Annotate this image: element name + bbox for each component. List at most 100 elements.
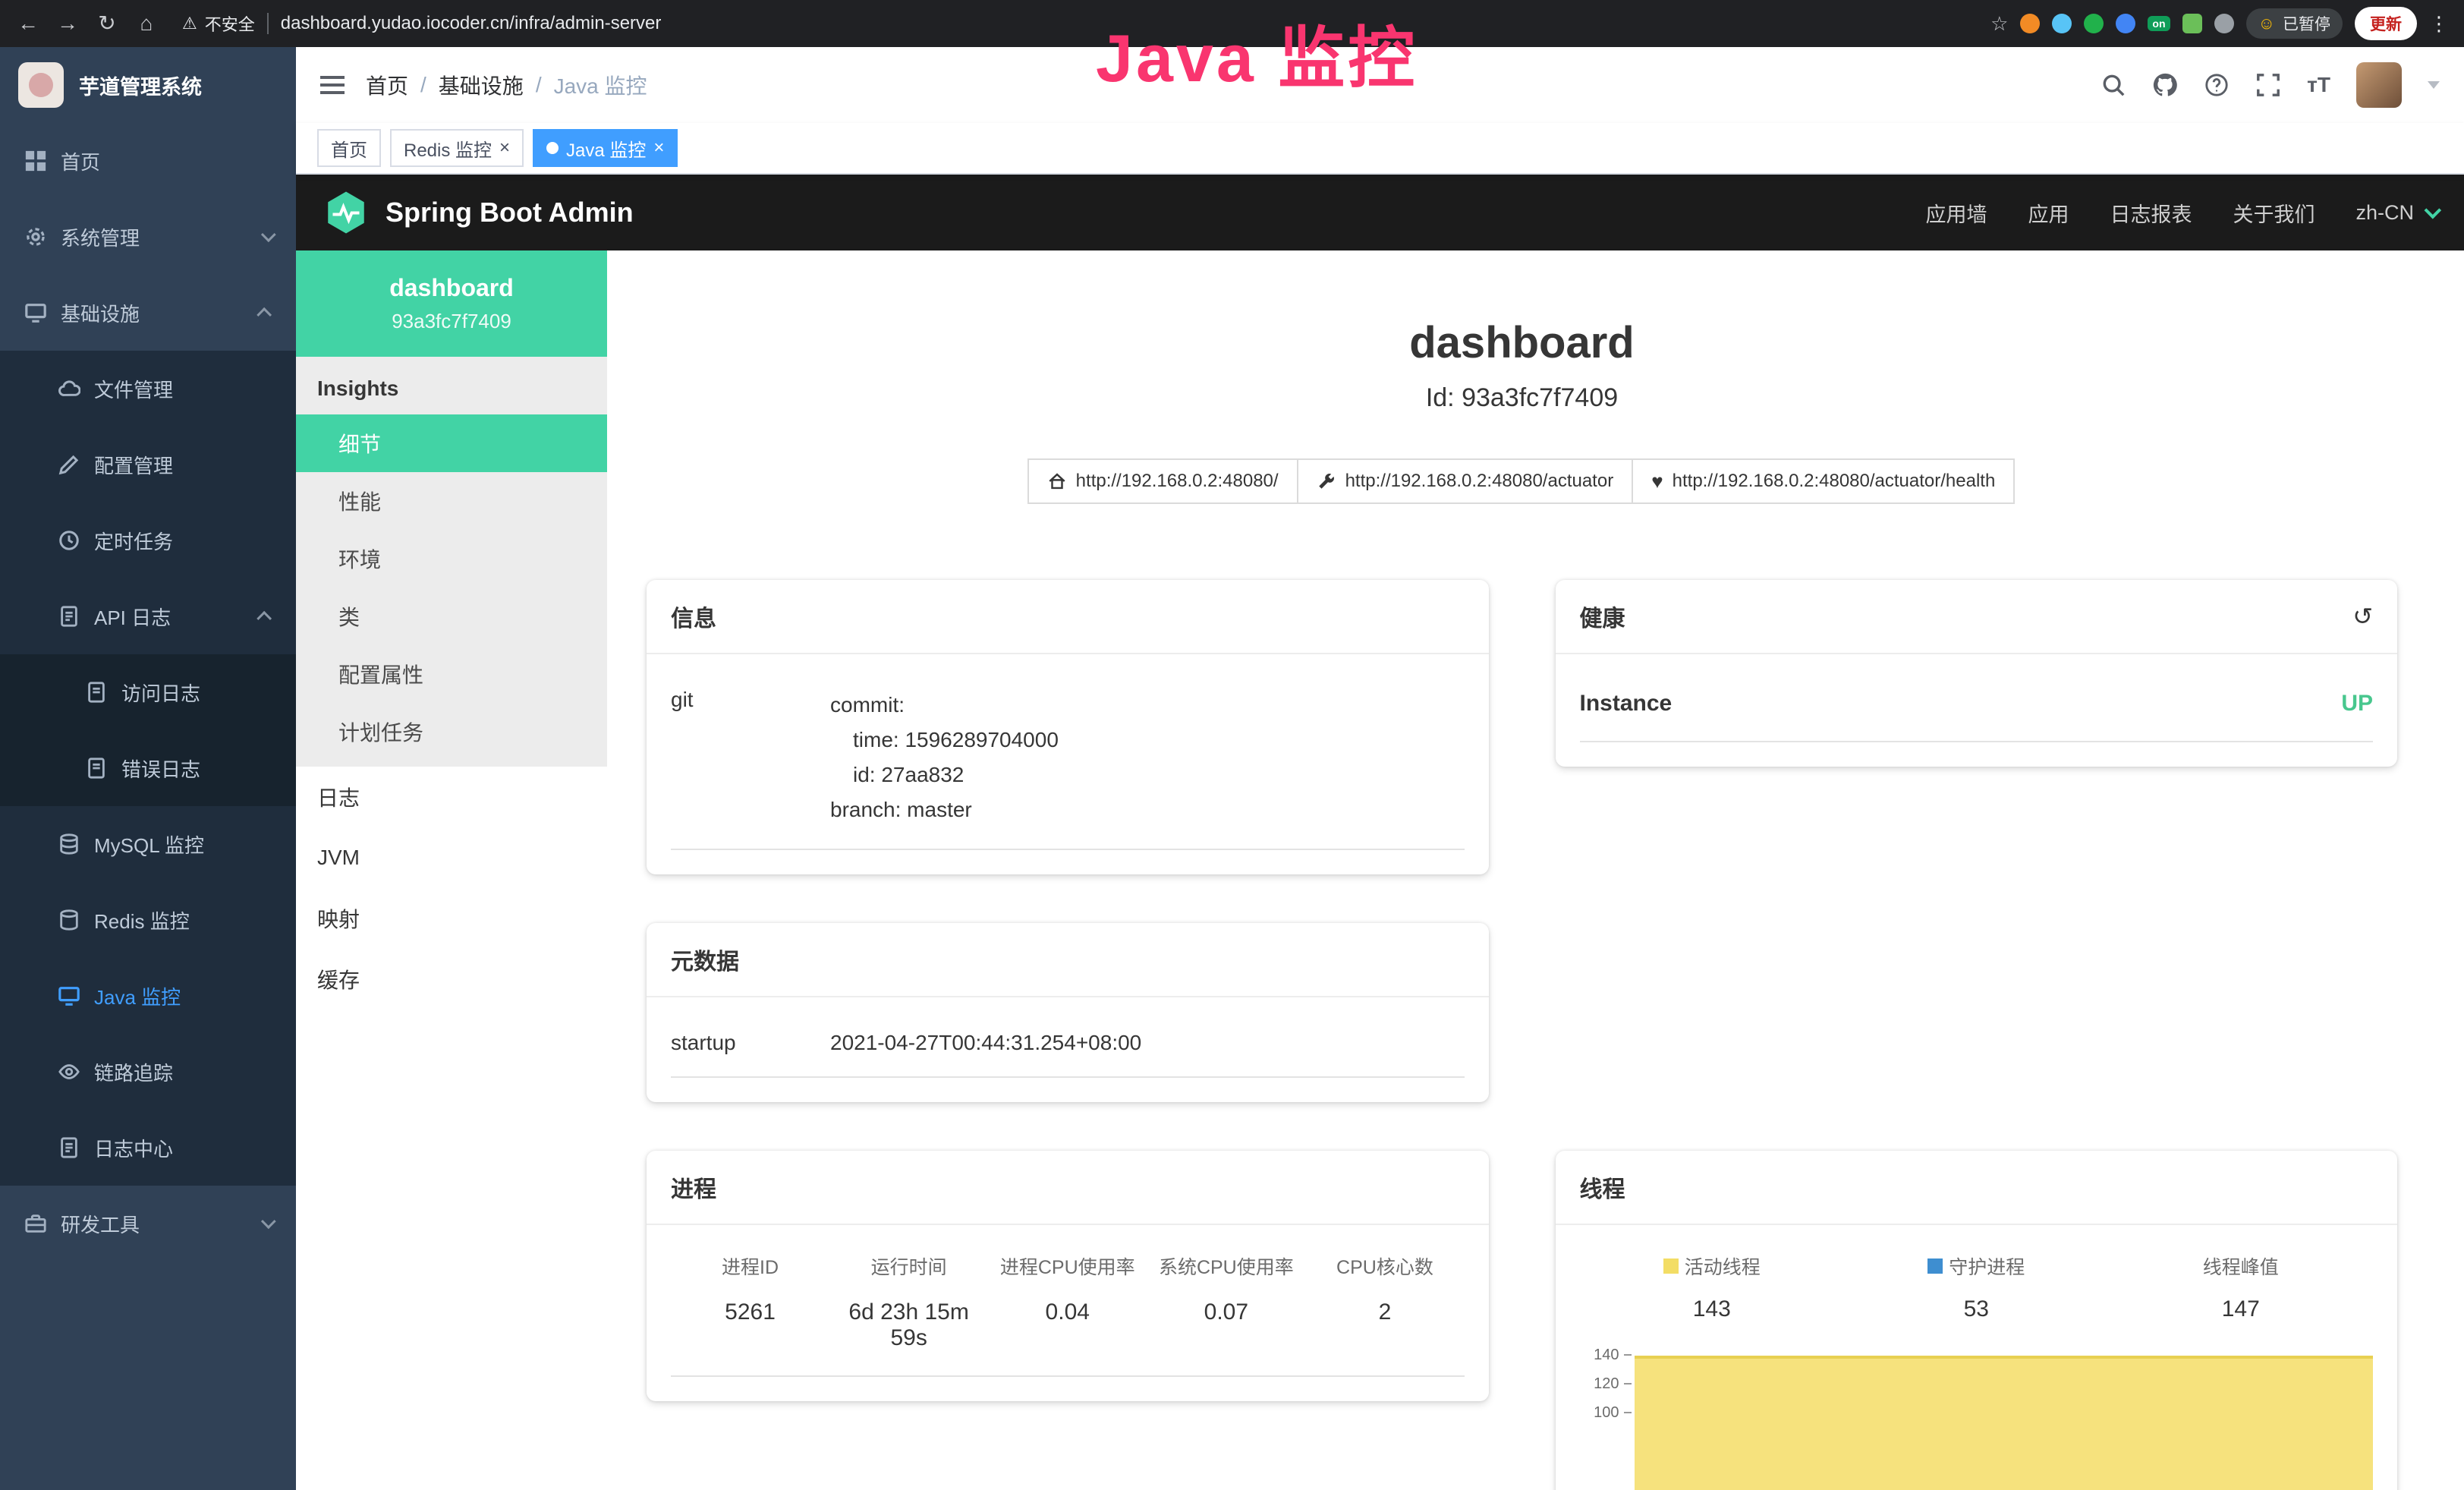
toolbox-icon [24, 1212, 47, 1235]
security-status[interactable]: ⚠ 不安全 [182, 11, 255, 36]
sba-item-config-props[interactable]: 配置属性 [296, 645, 607, 703]
sidebar-item-infrastructure[interactable]: 基础设施 [0, 275, 296, 351]
sba-nav-journal[interactable]: 日志报表 [2110, 198, 2192, 228]
extension-icon[interactable] [2020, 14, 2040, 33]
startup-row: startup 2021-04-27T00:44:31.254+08:00 [671, 1003, 1465, 1078]
sba-item-jvm[interactable]: JVM [296, 827, 607, 888]
extension-icon[interactable] [2182, 14, 2202, 33]
close-icon[interactable]: × [653, 139, 664, 157]
tab-redis-monitor[interactable]: Redis 监控 × [390, 129, 524, 167]
cards-grid: 信息 git commit: time: 1596289704000 id: 2… [647, 580, 2397, 1490]
infrastructure-icon [24, 301, 47, 324]
sba-item-classes[interactable]: 类 [296, 587, 607, 645]
close-icon[interactable]: × [499, 139, 510, 157]
app-title: 芋道管理系统 [79, 71, 202, 100]
forward-icon[interactable]: → [55, 13, 80, 34]
sba-item-details[interactable]: 细节 [296, 414, 607, 472]
sidebar-item-file-management[interactable]: 文件管理 [0, 351, 296, 427]
sidebar-item-system-management[interactable]: 系统管理 [0, 199, 296, 275]
locale-select[interactable]: zh-CN [2355, 201, 2437, 225]
instance-id: Id: 93a3fc7f7409 [647, 383, 2397, 413]
caret-down-icon[interactable] [2428, 81, 2440, 89]
user-avatar[interactable] [2356, 62, 2402, 108]
hamburger-icon[interactable] [320, 76, 345, 94]
sidebar-item-java-monitor[interactable]: Java 监控 [0, 958, 296, 1034]
sidebar-item-error-logs[interactable]: 错误日志 [0, 730, 296, 806]
sidebar-item-home[interactable]: 首页 [0, 123, 296, 199]
tab-home[interactable]: 首页 [317, 129, 381, 167]
process-card: 进程 进程ID 运行时间 进程CPU使用率 系统CPU使用率 CPU核心数 52… [647, 1151, 1489, 1401]
dashboard-icon [24, 150, 47, 172]
health-url-link[interactable]: ♥ http://192.168.0.2:48080/actuator/heal… [1632, 458, 2015, 504]
address-bar[interactable]: ⚠ 不安全 dashboard.yudao.iocoder.cn/infra/a… [182, 11, 1977, 36]
sba-nav-about[interactable]: 关于我们 [2233, 198, 2315, 228]
sba-nav-wall[interactable]: 应用墙 [1925, 198, 1987, 228]
sidebar-item-trace[interactable]: 链路追踪 [0, 1034, 296, 1110]
health-row: Instance UP [1580, 660, 2374, 742]
extension-icon[interactable] [2052, 14, 2072, 33]
profile-paused-pill[interactable]: ☺ 已暂停 [2246, 8, 2343, 39]
chevron-up-icon [261, 611, 272, 622]
bookmark-star-icon[interactable]: ☆ [1990, 12, 2008, 36]
github-icon[interactable] [2152, 72, 2178, 98]
database-icon [58, 833, 80, 855]
access-log-icon [85, 681, 108, 704]
sba-item-environment[interactable]: 环境 [296, 530, 607, 587]
sidebar-item-redis-monitor[interactable]: Redis 监控 [0, 882, 296, 958]
back-icon[interactable]: ← [15, 13, 41, 34]
sba-item-performance[interactable]: 性能 [296, 472, 607, 530]
sidebar-item-scheduled-tasks[interactable]: 定时任务 [0, 502, 296, 578]
sidebar-item-mysql-monitor[interactable]: MySQL 监控 [0, 806, 296, 882]
breadcrumb-home[interactable]: 首页 [366, 70, 408, 100]
sba-item-scheduled-tasks[interactable]: 计划任务 [296, 703, 607, 761]
fullscreen-icon[interactable] [2255, 72, 2281, 98]
reload-icon[interactable]: ↻ [94, 13, 120, 34]
service-url-link[interactable]: http://192.168.0.2:48080/ [1027, 458, 1298, 504]
extensions-puzzle-icon[interactable] [2214, 14, 2234, 33]
api-log-icon [58, 605, 80, 628]
legend-swatch [1663, 1258, 1679, 1274]
help-icon[interactable] [2204, 72, 2230, 98]
chrome-update-button[interactable]: 更新 [2355, 7, 2417, 40]
status-badge: UP [2341, 691, 2373, 717]
git-key: git [671, 688, 830, 827]
eye-icon [58, 1060, 80, 1083]
sidebar-item-api-logs[interactable]: API 日志 [0, 578, 296, 654]
sba-item-mappings[interactable]: 映射 [296, 888, 607, 949]
redis-icon [58, 909, 80, 931]
git-values: commit: time: 1596289704000 id: 27aa832 … [830, 688, 1465, 827]
sidebar-item-config-management[interactable]: 配置管理 [0, 427, 296, 502]
sba-item-logs[interactable]: 日志 [296, 767, 607, 827]
browser-menu-icon[interactable]: ⋮ [2429, 12, 2449, 36]
extension-icon[interactable] [2084, 14, 2104, 33]
sidebar-item-dev-tools[interactable]: 研发工具 [0, 1186, 296, 1262]
sba-header: Spring Boot Admin 应用墙 应用 日志报表 关于我们 zh-CN [296, 175, 2464, 250]
chevron-up-icon [261, 307, 272, 318]
on-switch-badge[interactable]: on [2148, 16, 2170, 31]
instance-header[interactable]: dashboard 93a3fc7f7409 [296, 250, 607, 357]
metadata-card: 元数据 startup 2021-04-27T00:44:31.254+08:0… [647, 923, 1489, 1102]
sba-nav-applications[interactable]: 应用 [2028, 198, 2069, 228]
extension-icon[interactable] [2116, 14, 2135, 33]
gear-icon [24, 225, 47, 248]
sidebar-item-log-center[interactable]: 日志中心 [0, 1110, 296, 1186]
search-icon[interactable] [2101, 72, 2126, 98]
legend-swatch [1927, 1258, 1943, 1274]
breadcrumb-infrastructure[interactable]: 基础设施 [439, 70, 524, 100]
annotation-java-monitor: Java 监控 [1096, 5, 1418, 101]
admin-sidebar: 芋道管理系统 首页 系统管理 基础设施 文件管理 [0, 47, 296, 1490]
font-size-icon[interactable]: тT [2307, 73, 2330, 97]
app-logo: 芋道管理系统 [0, 47, 296, 123]
actuator-url-link[interactable]: http://192.168.0.2:48080/actuator [1297, 458, 1634, 504]
tab-java-monitor[interactable]: Java 监控 × [533, 129, 678, 167]
sba-brand: Spring Boot Admin [385, 197, 634, 228]
sba-item-caches[interactable]: 缓存 [296, 949, 607, 1010]
sidebar-item-access-logs[interactable]: 访问日志 [0, 654, 296, 730]
java-monitor-icon [58, 984, 80, 1007]
home-icon[interactable]: ⌂ [134, 13, 159, 34]
history-icon[interactable]: ↺ [2352, 602, 2373, 631]
startup-key: startup [671, 1031, 830, 1055]
active-dot [546, 142, 559, 154]
browser-actions: ☆ on ☺ 已暂停 更新 ⋮ [1990, 7, 2449, 40]
header-actions: тT [2101, 62, 2440, 108]
